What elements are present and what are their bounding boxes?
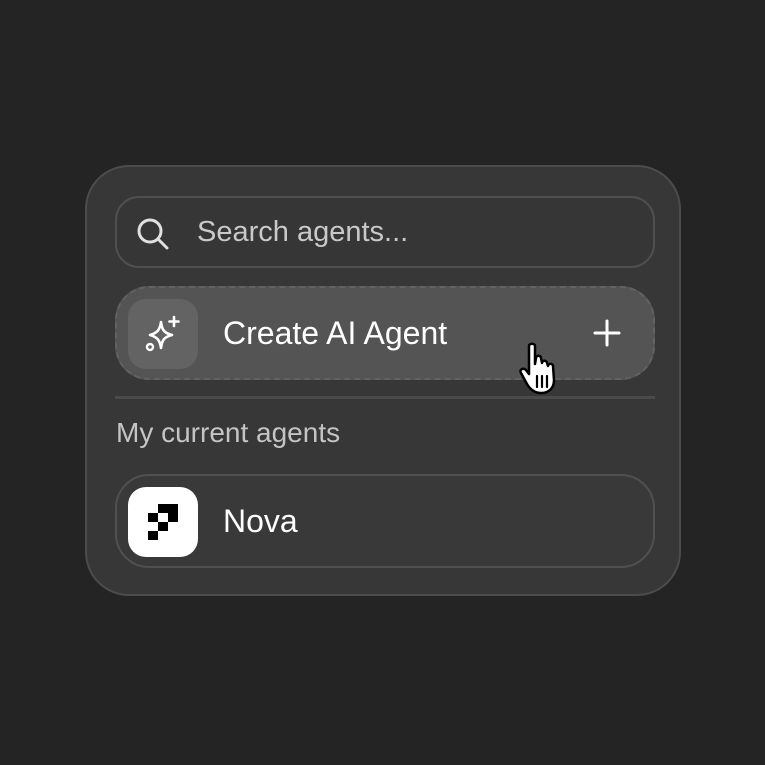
search-input[interactable] — [197, 198, 637, 266]
hand-pointer-icon — [519, 342, 556, 395]
section-divider — [115, 396, 655, 399]
agent-picker-panel: Create AI Agent My current agents Nova — [85, 165, 681, 596]
agent-name: Nova — [223, 503, 298, 539]
search-box[interactable] — [115, 196, 655, 268]
agent-item-nova[interactable]: Nova — [115, 474, 655, 568]
pixel-logo-icon — [148, 504, 178, 540]
search-icon — [137, 218, 169, 250]
create-agent-button[interactable]: Create AI Agent — [115, 286, 655, 380]
section-title: My current agents — [116, 417, 341, 448]
agent-avatar — [128, 487, 198, 557]
sparkles-icon — [145, 315, 180, 352]
plus-icon[interactable] — [593, 319, 621, 347]
create-icon-container — [128, 299, 198, 369]
create-agent-label: Create AI Agent — [223, 315, 448, 351]
